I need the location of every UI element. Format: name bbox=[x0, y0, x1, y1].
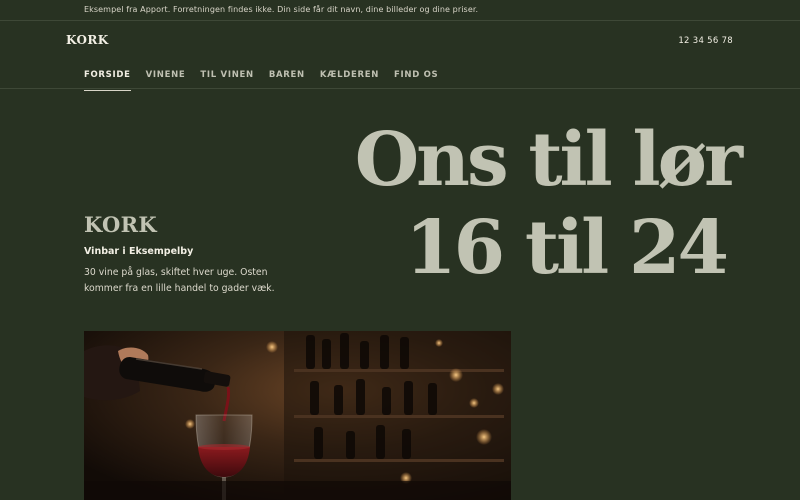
hero-headline: Ons til lør 16 til 24 bbox=[300, 116, 743, 292]
site-header: KORK 12 34 56 78 FORSIDE VINENE TIL VINE… bbox=[0, 21, 800, 91]
main-nav: FORSIDE VINENE TIL VINEN BAREN KÆLDEREN … bbox=[84, 70, 438, 91]
hero-headline-hours: 16 til 24 bbox=[405, 205, 729, 291]
nav-item-baren[interactable]: BAREN bbox=[269, 70, 305, 91]
intro-subtitle: Vinbar i Eksempelby bbox=[84, 246, 194, 257]
wine-pour-illustration bbox=[84, 331, 511, 500]
nav-item-kaelderen[interactable]: KÆLDEREN bbox=[320, 70, 379, 91]
announcement-bar: Eksempel fra Apport. Forretningen findes… bbox=[0, 0, 800, 21]
announcement-text: Eksempel fra Apport. Forretningen findes… bbox=[84, 5, 479, 14]
phone-link[interactable]: 12 34 56 78 bbox=[678, 36, 733, 46]
hero-headline-days: Ons til lør bbox=[354, 117, 743, 203]
intro-description: 30 vine på glas, skiftet hver uge. Osten… bbox=[84, 267, 275, 294]
nav-item-vinene[interactable]: VINENE bbox=[146, 70, 186, 91]
intro-brand: KORK bbox=[84, 212, 157, 237]
site-logo[interactable]: KORK bbox=[66, 33, 109, 47]
hero-photo-wine-pour bbox=[84, 331, 511, 500]
nav-item-forside[interactable]: FORSIDE bbox=[84, 70, 131, 91]
nav-item-til-vinen[interactable]: TIL VINEN bbox=[200, 70, 253, 91]
nav-item-find-os[interactable]: FIND OS bbox=[394, 70, 438, 91]
intro-block: KORK Vinbar i Eksempelby 30 vine på glas… bbox=[84, 212, 304, 297]
